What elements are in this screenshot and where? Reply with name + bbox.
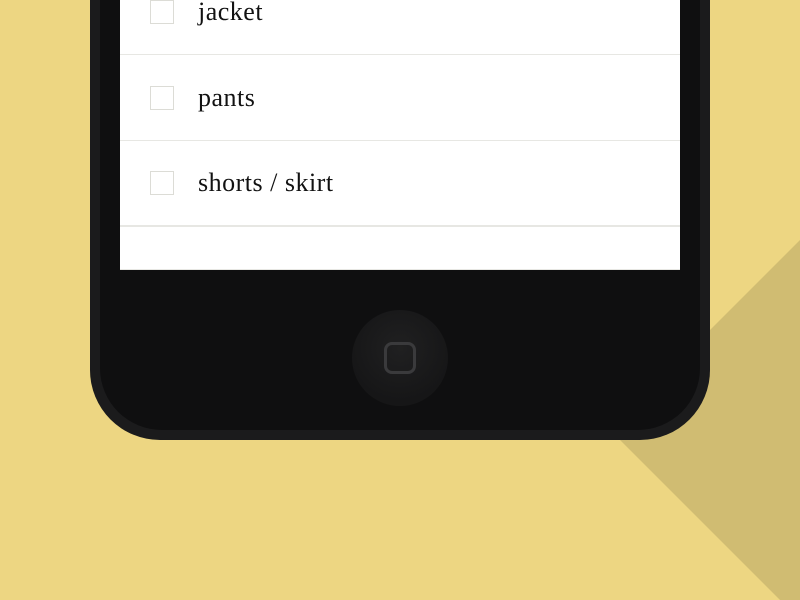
list-item[interactable] [120,226,680,270]
screen: dress jacket pants shorts / skirt [120,0,680,270]
list-item-label: jacket [198,0,263,27]
list-item[interactable]: shorts / skirt [120,140,680,226]
list-item[interactable]: pants [120,54,680,140]
list-item-label: shorts / skirt [198,168,334,198]
list-item-label: pants [198,83,255,113]
checkbox[interactable] [150,86,174,110]
home-button[interactable] [352,310,448,406]
stage: dress jacket pants shorts / skirt [0,0,800,600]
checklist: dress jacket pants shorts / skirt [120,0,680,270]
phone-frame: dress jacket pants shorts / skirt [90,0,710,440]
list-item[interactable]: jacket [120,0,680,54]
checkbox[interactable] [150,0,174,24]
home-button-icon [384,342,416,374]
checkbox[interactable] [150,171,174,195]
